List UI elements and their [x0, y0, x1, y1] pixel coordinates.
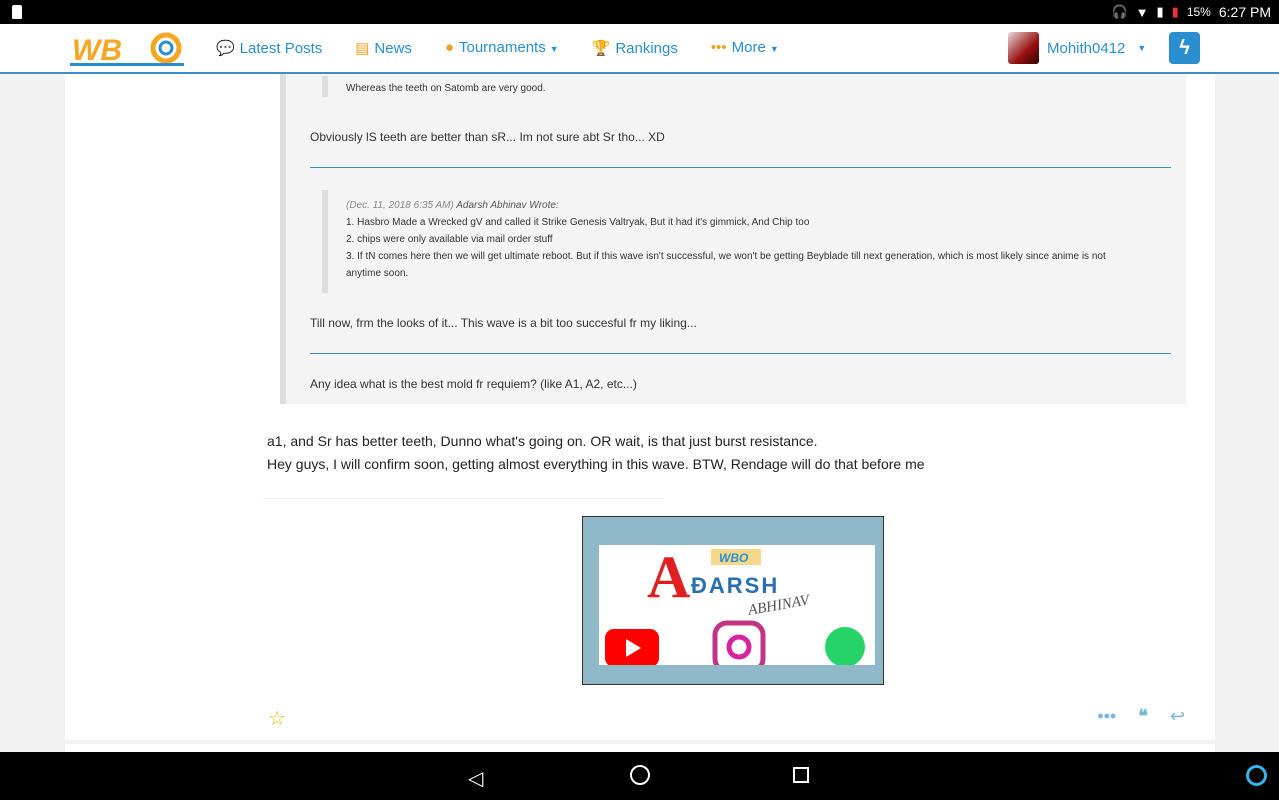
nav-news[interactable]: ▤ News [355, 39, 412, 57]
caret-down-icon: ▼ [769, 44, 779, 54]
user-menu[interactable]: Mohith0412 ▼ [1008, 32, 1146, 64]
ellipsis-icon: ••• [710, 39, 727, 56]
recents-icon[interactable] [793, 767, 809, 783]
post-panel: Whereas the teeth on Satomb are very goo… [65, 74, 1215, 740]
reply-icon[interactable]: ↩ [1170, 706, 1185, 727]
nav-rankings[interactable]: 🏆 Rankings [592, 39, 678, 57]
svg-text:ĐARSH: ĐARSH [691, 573, 779, 598]
battery-icon: ▮ [1171, 4, 1179, 19]
clock: 6:27 PM [1218, 4, 1271, 20]
divider [310, 167, 1171, 168]
quote-reply-3: Any idea what is the best mold fr requie… [310, 377, 637, 391]
comments-icon: 💬 [216, 40, 235, 57]
quote-reply-2: Till now, frm the looks of it... This wa… [310, 316, 697, 330]
more-options-icon[interactable]: ••• [1097, 706, 1116, 727]
lightning-button[interactable]: ϟ [1169, 32, 1200, 64]
blockquote: Whereas the teeth on Satomb are very goo… [280, 74, 1186, 404]
quote-icon[interactable]: ❝ [1138, 706, 1148, 727]
status-bar: 🎧 ▼ ▮ ▮ 15% 6:27 PM [0, 0, 1279, 24]
caret-down-icon: ▼ [549, 44, 559, 54]
whatsapp-icon [825, 627, 865, 667]
quote-reply-1: Obviously lS teeth are better than sR...… [310, 130, 665, 144]
svg-text:WB: WB [72, 34, 122, 67]
signature-divider [263, 498, 663, 499]
svg-text:WBO: WBO [719, 551, 749, 565]
nav-latest-posts[interactable]: 💬 Latest Posts [216, 39, 322, 57]
globe-icon: ● [444, 39, 454, 56]
trophy-icon: 🏆 [591, 40, 611, 57]
signature-graphic: A WBO ĐARSH ABHINAV [605, 544, 865, 674]
bolt-icon: ϟ [1179, 37, 1190, 59]
nav-more[interactable]: ••• More ▼ [711, 39, 779, 57]
home-icon[interactable] [630, 765, 650, 785]
favorite-star-icon[interactable]: ☆ [268, 706, 286, 731]
back-icon[interactable]: ◁ [468, 766, 483, 791]
nested-quote-top: Whereas the teeth on Satomb are very goo… [322, 76, 546, 97]
wifi-icon: ▼ [1135, 4, 1149, 20]
caret-down-icon: ▼ [1137, 43, 1147, 53]
nav-tournaments[interactable]: ● Tournaments ▼ [445, 39, 559, 57]
divider [310, 353, 1171, 354]
post-body: a1, and Sr has better teeth, Dunno what'… [267, 433, 925, 472]
signature-image: A WBO ĐARSH ABHINAV [582, 516, 884, 685]
battery-level: 15% [1186, 5, 1211, 19]
newspaper-icon: ▤ [355, 40, 370, 57]
sd-card-icon [12, 5, 22, 19]
nested-quote: (Dec. 11, 2018 6:35 AM) Adarsh Abhinav W… [322, 190, 1122, 293]
signal-icon: ▮ [1156, 4, 1164, 19]
site-logo[interactable]: WB [70, 30, 186, 68]
avatar [1008, 32, 1039, 64]
android-nav-bar: ◁ [0, 752, 1279, 800]
site-header: WB 💬 Latest Posts ▤ News ● Tournaments ▼ 🏆 Ra… [0, 24, 1279, 74]
headphones-icon: 🎧 [1111, 4, 1128, 19]
assistant-icon[interactable] [1246, 765, 1267, 786]
username: Mohith0412 [1047, 39, 1126, 57]
svg-text:A: A [647, 545, 690, 610]
